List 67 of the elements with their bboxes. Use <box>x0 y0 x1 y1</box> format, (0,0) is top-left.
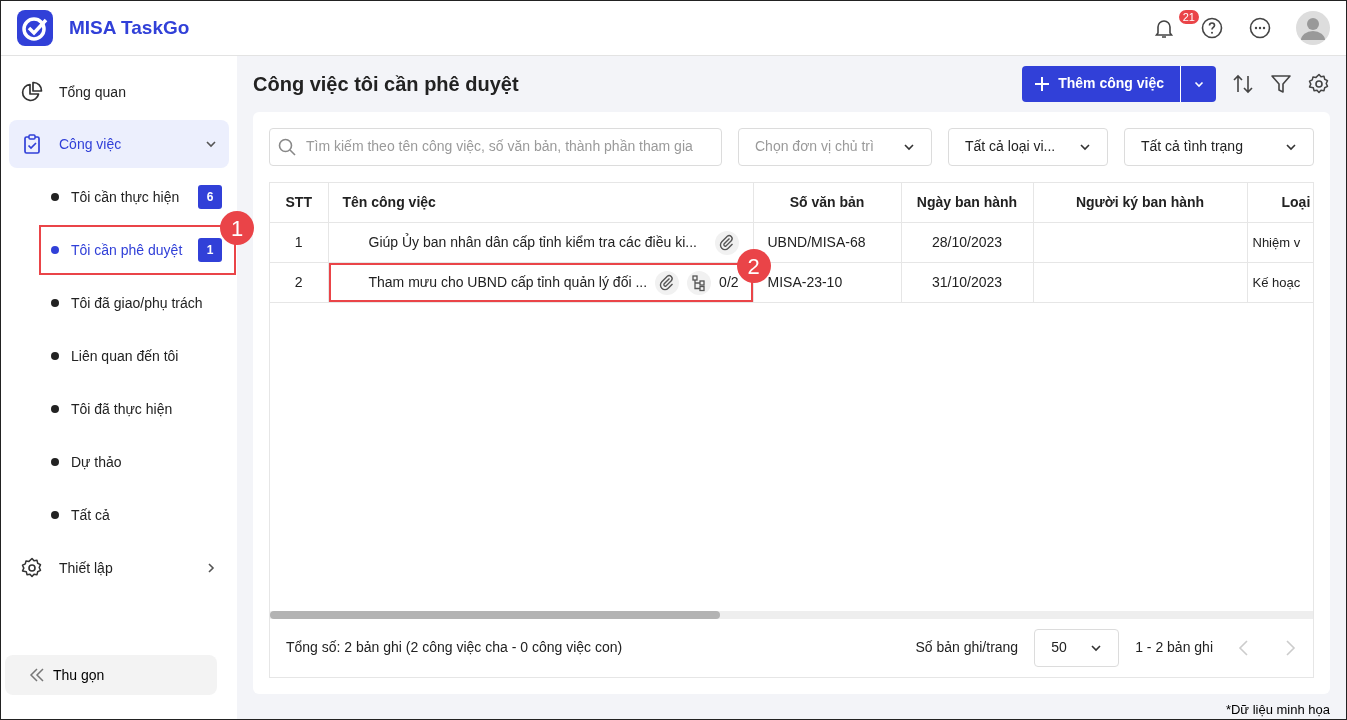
table-cell: 28/10/2023 <box>901 222 1033 263</box>
app-name: MISA TaskGo <box>69 15 190 40</box>
plus-icon <box>1034 75 1051 92</box>
help-icon[interactable] <box>1200 16 1224 41</box>
record-summary: Tổng số: 2 bản ghi (2 công việc cha - 0 công việc con) <box>286 638 623 657</box>
search-field[interactable]: Tìm kiếm theo tên công việc, số văn bản, thành phần tham gia <box>269 127 722 166</box>
double-chevron-left-icon <box>29 667 45 683</box>
table-cell: 31/10/2023 <box>901 262 1033 303</box>
column-header: Người ký ban hành <box>1033 182 1247 223</box>
horizontal-scrollbar[interactable] <box>270 610 1313 619</box>
sidebar-subitem[interactable]: Tôi cần thực hiện <box>71 186 190 208</box>
bullet-dot-icon <box>51 511 59 520</box>
notification-badge: 21 <box>1176 8 1201 27</box>
bullet-dot-icon <box>51 405 59 414</box>
add-task-button[interactable]: Thêm công việc <box>1022 65 1180 102</box>
column-header: Loại <box>1247 182 1313 223</box>
collapse-button[interactable]: Thu gọn <box>5 655 217 695</box>
filter-icon[interactable] <box>1270 72 1292 95</box>
type-dropdown[interactable]: Tất cả loại vi... <box>948 127 1108 166</box>
subtask-tree-icon[interactable] <box>687 270 712 295</box>
more-icon[interactable] <box>1248 16 1272 41</box>
page-size-label: Số bản ghi/trang <box>915 638 1019 657</box>
bullet-dot-icon <box>51 458 59 467</box>
sidebar-item[interactable]: Thiết lập <box>9 544 229 593</box>
task-name-link[interactable]: Tham mưu cho UBND cấp tỉnh quản lý đối ... <box>368 272 648 293</box>
bullet-dot-icon <box>51 299 59 308</box>
callout-number: 1 <box>220 211 254 246</box>
sidebar-subitem[interactable]: Tất cả <box>71 504 222 526</box>
subtask-count: 0/2 <box>719 273 739 292</box>
settings-icon[interactable] <box>1308 72 1330 95</box>
paperclip-icon[interactable] <box>714 230 739 255</box>
sidebar-item[interactable]: Tổng quan <box>9 68 229 117</box>
status-dropdown[interactable]: Tất cả tình trạng <box>1124 127 1314 166</box>
bullet-dot-icon <box>51 193 59 202</box>
column-header: Ngày ban hành <box>901 182 1033 223</box>
page-title: Công việc tôi cần phê duyệt <box>253 71 519 97</box>
pie-chart-icon <box>21 81 43 104</box>
column-header: Tên công việc <box>328 182 753 223</box>
sidebar-subitem[interactable]: Tôi đã thực hiện <box>71 398 222 420</box>
table-cell: Nhiệm v <box>1252 234 1301 250</box>
paperclip-icon[interactable] <box>655 270 680 295</box>
sidebar-item[interactable]: Công việc <box>9 120 229 169</box>
sidebar-subitem[interactable]: Tôi đã giao/phụ trách <box>71 292 222 314</box>
count-badge: 1 <box>198 238 222 263</box>
task-name-link[interactable]: Giúp Ủy ban nhân dân cấp tỉnh kiểm tra các điều ki... <box>368 232 707 253</box>
table-cell: 2 <box>270 262 328 303</box>
record-range: 1 - 2 bản ghi <box>1135 638 1213 657</box>
bullet-dot-icon <box>51 352 59 361</box>
column-header: Số văn bản <box>753 182 901 223</box>
page-size-dropdown[interactable]: 50 <box>1034 628 1120 667</box>
sidebar-subitem[interactable]: Tôi cần phê duyệt <box>71 239 190 261</box>
add-options-button[interactable] <box>1180 65 1216 102</box>
search-icon <box>278 137 296 156</box>
settings-icon <box>21 557 43 580</box>
table-cell: 1 <box>270 222 328 263</box>
column-header: STT <box>270 182 328 223</box>
sidebar-subitem[interactable]: Liên quan đến tôi <box>71 345 222 367</box>
chevron-right-icon <box>205 562 217 575</box>
sidebar-subitem[interactable]: Dự thảo <box>71 451 222 473</box>
sort-icon[interactable] <box>1232 72 1254 95</box>
app-logo-icon <box>17 10 53 47</box>
clipboard-icon <box>21 133 43 156</box>
count-badge: 6 <box>198 185 222 210</box>
footnote: *Dữ liệu minh họa <box>1225 700 1330 719</box>
bullet-dot-icon <box>51 246 59 255</box>
avatar-icon[interactable] <box>1296 11 1330 46</box>
table-cell: Kế hoạc <box>1252 274 1301 290</box>
